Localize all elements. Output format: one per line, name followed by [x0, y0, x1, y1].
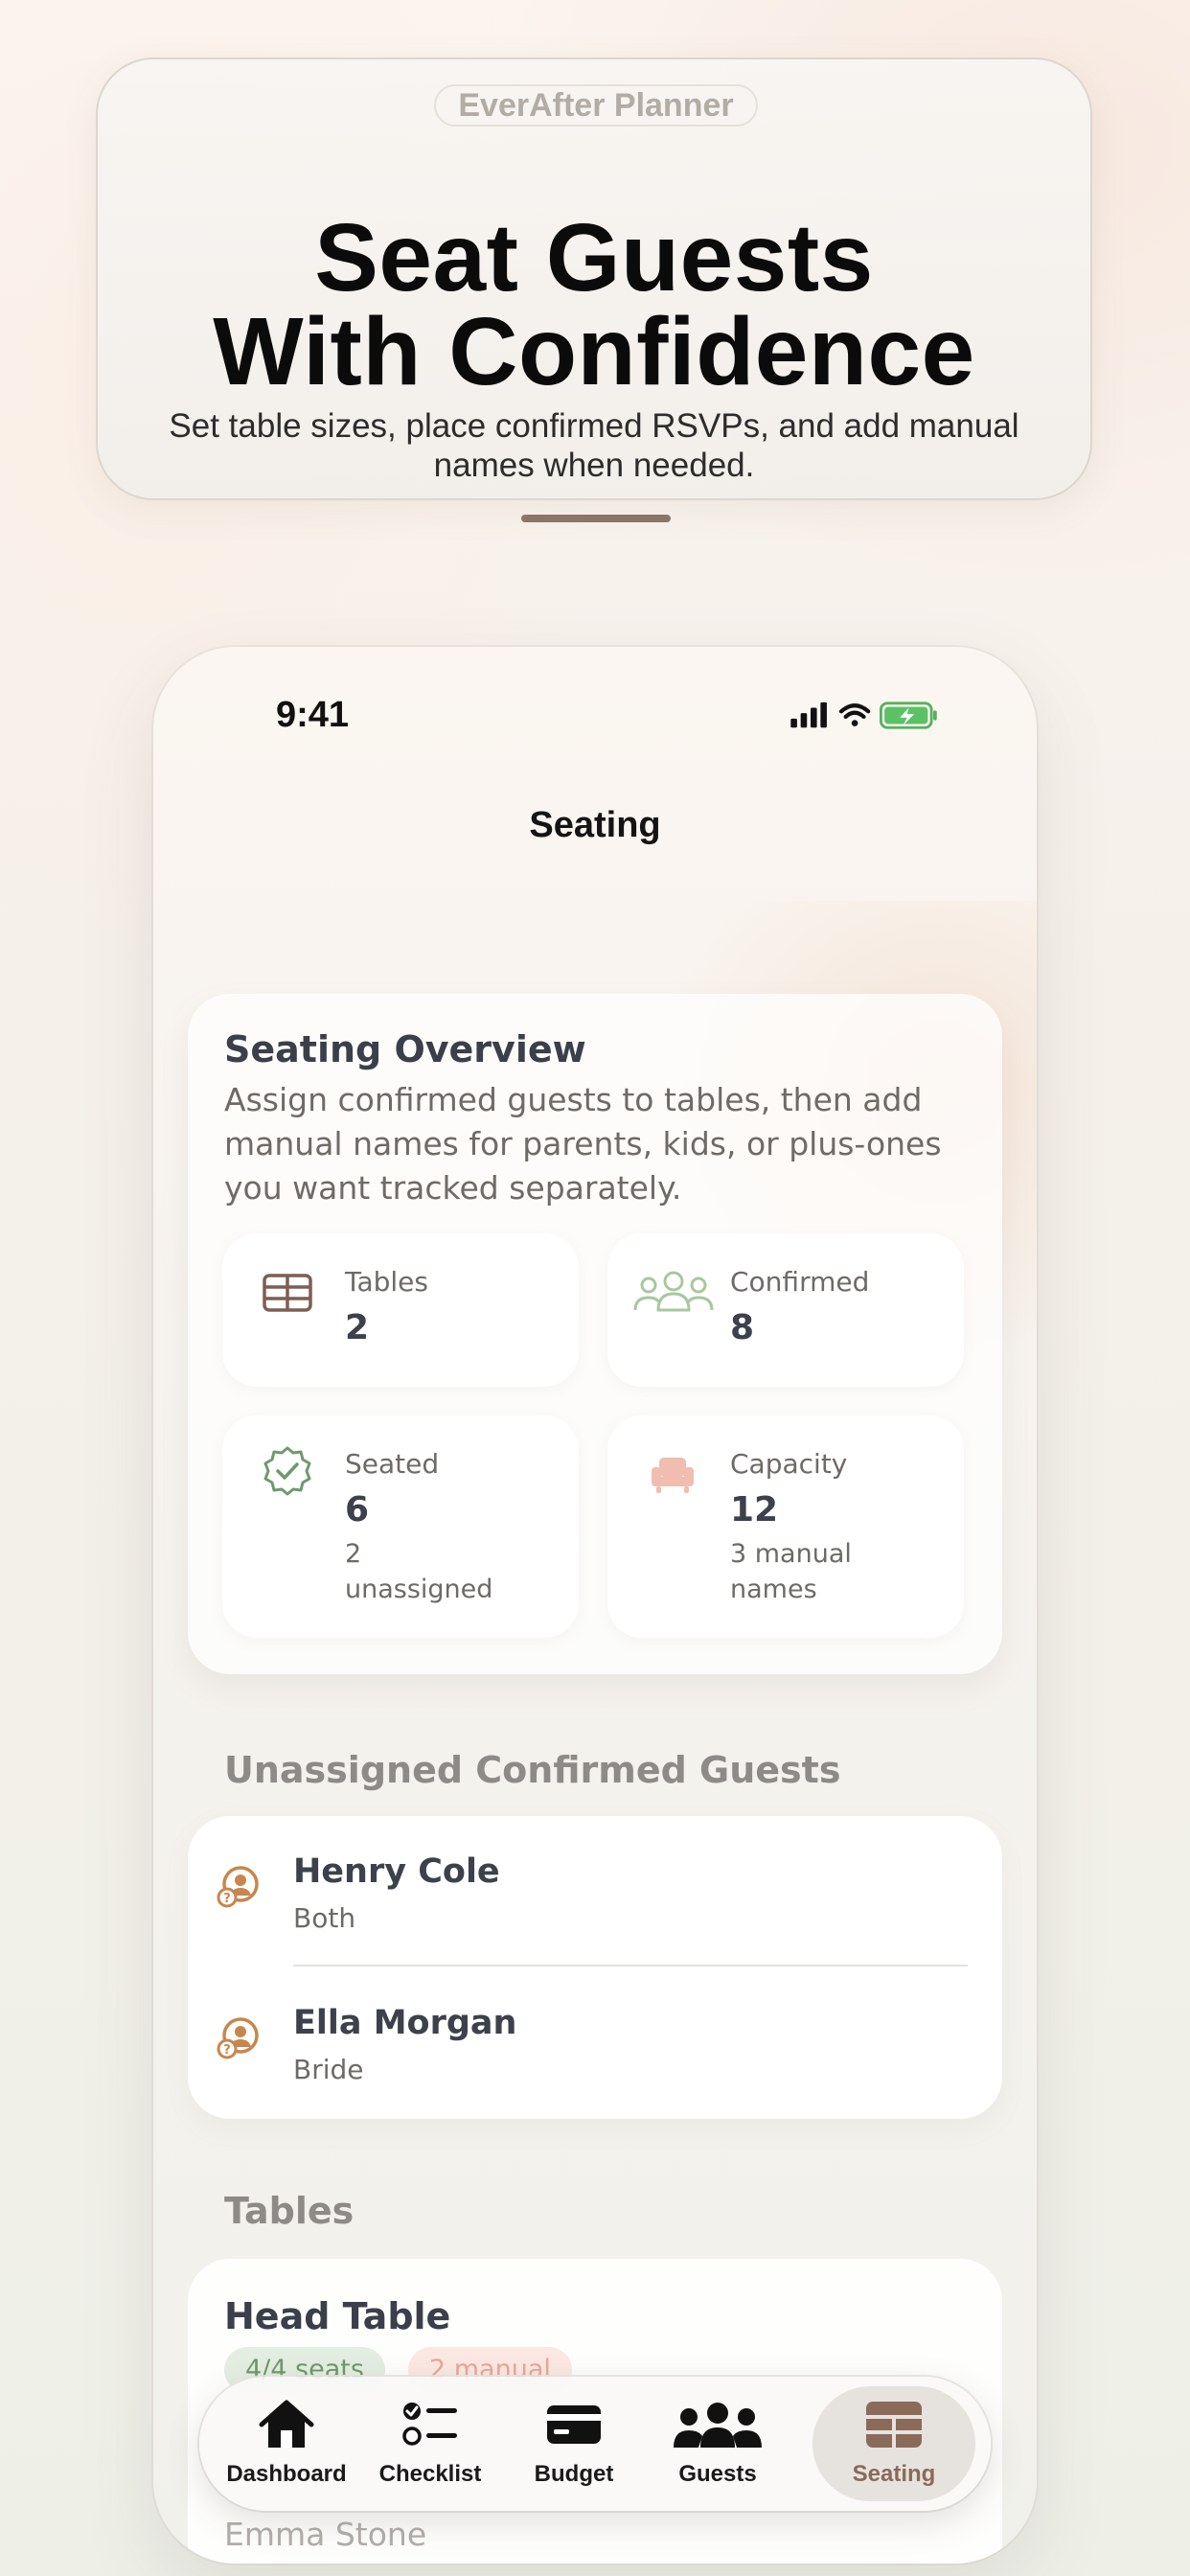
- hero-subtitle: Set table sizes, place confirmed RSVPs, …: [169, 407, 1019, 484]
- stat-value: 8: [730, 1308, 755, 1347]
- stat-capacity: Capacity 12 3 manual names: [607, 1415, 964, 1638]
- guest-name: Henry Cole: [293, 1852, 500, 1891]
- guest-name: Ella Morgan: [293, 2004, 517, 2042]
- svg-text:?: ?: [223, 1892, 231, 1906]
- hero-title-line-1: Seat Guests: [314, 204, 874, 311]
- stat-label: Confirmed: [730, 1266, 870, 1298]
- checkmark-seal-icon: [263, 1446, 311, 1496]
- stat-note: 3 manual names: [730, 1539, 852, 1604]
- seating-overview-card: Seating Overview Assign confirmed guests…: [188, 994, 1002, 1674]
- stat-label: Capacity: [730, 1448, 848, 1480]
- tab-guests[interactable]: Guests: [646, 2386, 790, 2501]
- overview-title: Seating Overview: [224, 1028, 586, 1070]
- tab-checklist[interactable]: Checklist: [358, 2386, 502, 2501]
- house-icon: [259, 2400, 314, 2448]
- table-grid-icon: [263, 1274, 312, 1312]
- nav-title: Seating: [529, 805, 661, 845]
- unassigned-heading: Unassigned Confirmed Guests: [224, 1749, 841, 1791]
- row-divider: [293, 1965, 968, 1966]
- tab-bar: Dashboard Checklist Budget Guests Seatin…: [199, 2377, 991, 2511]
- guest-row[interactable]: ? Ella Morgan Bride: [188, 1967, 1002, 2111]
- tab-label: Guests: [678, 2461, 757, 2487]
- hero-title-line-2: With Confidence: [213, 298, 975, 405]
- tab-label: Seating: [852, 2461, 936, 2487]
- people-outline-icon: [633, 1271, 714, 1312]
- tab-seating[interactable]: Seating: [812, 2386, 975, 2501]
- stat-label: Seated: [345, 1448, 440, 1480]
- hero-handle: [521, 515, 671, 522]
- stat-value: 12: [730, 1490, 779, 1530]
- status-icons: [790, 702, 937, 729]
- signal-icon: [790, 702, 827, 728]
- tab-label: Budget: [534, 2461, 614, 2487]
- stat-confirmed: Confirmed 8: [607, 1233, 964, 1387]
- wifi-icon: [838, 703, 871, 726]
- stat-tables: Tables 2: [222, 1233, 579, 1387]
- overview-description: Assign confirmed guests to tables, then …: [224, 1081, 942, 1207]
- hero-card: EverAfter Planner Seat Guests With Confi…: [96, 58, 1092, 500]
- stat-label: Tables: [345, 1266, 428, 1298]
- stat-value: 2: [345, 1308, 370, 1347]
- tab-label: Dashboard: [226, 2461, 347, 2487]
- people-icon: [674, 2403, 762, 2448]
- unassigned-person-icon: ?: [217, 2017, 259, 2059]
- unassigned-person-icon: ?: [217, 1866, 259, 1908]
- brand-pill: EverAfter Planner: [434, 84, 758, 126]
- guest-side: Both: [293, 1902, 356, 1934]
- credit-card-icon: [547, 2405, 601, 2444]
- table-icon: [866, 2402, 922, 2448]
- table-name: Head Table: [224, 2295, 451, 2337]
- table-guest: Emma Stone: [224, 2516, 427, 2553]
- status-time: 9:41: [276, 695, 350, 735]
- phone-frame: 9:41 Seating Seating Overview Assign con…: [153, 647, 1037, 2564]
- guest-side: Bride: [293, 2054, 364, 2085]
- guest-row[interactable]: ? Henry Cole Both: [188, 1816, 1002, 1966]
- battery-icon: [880, 702, 937, 729]
- checklist-icon: [402, 2403, 457, 2446]
- stat-note: 2 unassigned: [345, 1539, 493, 1604]
- hero-title: Seat Guests With Confidence: [98, 204, 1090, 405]
- stat-seated: Seated 6 2 unassigned: [222, 1415, 579, 1638]
- tab-label: Checklist: [378, 2461, 482, 2487]
- tab-budget[interactable]: Budget: [502, 2386, 646, 2501]
- armchair-icon: [652, 1458, 694, 1493]
- unassigned-guest-list: ? Henry Cole Both ? Ella Morgan Bride: [188, 1816, 1002, 2119]
- stat-value: 6: [345, 1490, 370, 1530]
- tab-dashboard[interactable]: Dashboard: [215, 2386, 358, 2501]
- svg-text:?: ?: [223, 2043, 231, 2058]
- tables-heading: Tables: [224, 2190, 355, 2232]
